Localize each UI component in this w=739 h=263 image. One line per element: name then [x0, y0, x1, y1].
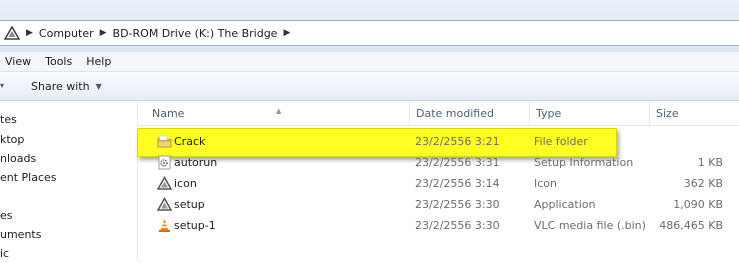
file-name: icon [174, 177, 197, 190]
triangle-logo-icon [157, 197, 172, 211]
chevron-right-icon[interactable]: ▶ [283, 28, 290, 38]
file-row-setup-1[interactable]: setup-1 23/2/2556 3:30 VLC media file (.… [138, 215, 739, 236]
triangle-logo-icon [157, 176, 172, 190]
nav-item-documents[interactable]: uments [0, 225, 41, 244]
nav-item-recent-places[interactable]: ent Places [0, 168, 57, 187]
share-with-button[interactable]: Share with ▼ [25, 72, 108, 100]
file-size: 1 KB [697, 156, 723, 169]
nav-item-libraries[interactable]: es [0, 206, 13, 225]
file-name: Crack [174, 135, 206, 148]
settings-file-icon [158, 155, 171, 170]
file-date: 23/2/2556 3:14 [415, 177, 500, 190]
file-name: autorun [174, 156, 218, 169]
breadcrumb-label: Computer [38, 26, 94, 40]
file-rows: Crack 23/2/2556 3:21 File folder autorun… [138, 101, 739, 261]
drive-logo-icon [4, 26, 20, 40]
file-date: 23/2/2556 3:21 [415, 135, 500, 148]
file-size: 1,090 KB [673, 198, 723, 211]
folder-icon [157, 135, 172, 148]
breadcrumb-computer[interactable]: Computer [39, 21, 94, 45]
nav-item-downloads[interactable]: nloads [0, 149, 36, 168]
nav-item-music[interactable]: ic [0, 244, 9, 263]
menu-bar: View Tools Help [0, 52, 739, 72]
file-row-crack[interactable]: Crack 23/2/2556 3:21 File folder [138, 131, 739, 152]
file-size: 486,465 KB [659, 219, 723, 232]
file-type: Setup Information [534, 156, 634, 169]
file-date: 23/2/2556 3:31 [415, 156, 500, 169]
menu-help[interactable]: Help [79, 52, 118, 71]
file-date: 23/2/2556 3:30 [415, 198, 500, 211]
navigation-pane: tes ktop nloads ent Places es uments ic [0, 101, 138, 261]
nav-item-desktop[interactable]: ktop [0, 130, 24, 149]
file-row-autorun[interactable]: autorun 23/2/2556 3:31 Setup Information… [138, 152, 739, 173]
chevron-right-icon[interactable]: ▶ [100, 28, 107, 38]
file-name: setup-1 [174, 219, 216, 232]
file-name: setup [174, 198, 205, 211]
organize-chevron-icon[interactable]: ▾ [0, 81, 4, 90]
breadcrumb-drive[interactable]: BD-ROM Drive (K:) The Bridge [113, 21, 278, 45]
file-type: VLC media file (.bin) [534, 219, 646, 232]
file-type: File folder [534, 135, 588, 148]
file-type: Icon [534, 177, 557, 190]
nav-item-favorites[interactable]: tes [0, 110, 17, 129]
menu-view[interactable]: View [0, 52, 38, 71]
chevron-down-icon: ▼ [95, 81, 102, 91]
file-row-setup[interactable]: setup 23/2/2556 3:30 Application 1,090 K… [138, 194, 739, 215]
file-size: 362 KB [683, 177, 723, 190]
chevron-right-icon[interactable]: ▶ [26, 28, 33, 38]
file-type: Application [534, 198, 596, 211]
command-bar: ▾ Share with ▼ [0, 72, 739, 101]
share-with-label: Share with [31, 79, 90, 93]
file-date: 23/2/2556 3:30 [415, 219, 500, 232]
address-bar-area: ▶ Computer ▶ BD-ROM Drive (K:) The Bridg… [0, 0, 739, 52]
menu-tools[interactable]: Tools [38, 52, 79, 71]
breadcrumb-label: BD-ROM Drive (K:) The Bridge [112, 26, 278, 40]
file-row-icon[interactable]: icon 23/2/2556 3:14 Icon 362 KB [138, 173, 739, 194]
vlc-cone-icon [159, 219, 170, 232]
address-bar[interactable]: ▶ Computer ▶ BD-ROM Drive (K:) The Bridg… [0, 20, 739, 46]
